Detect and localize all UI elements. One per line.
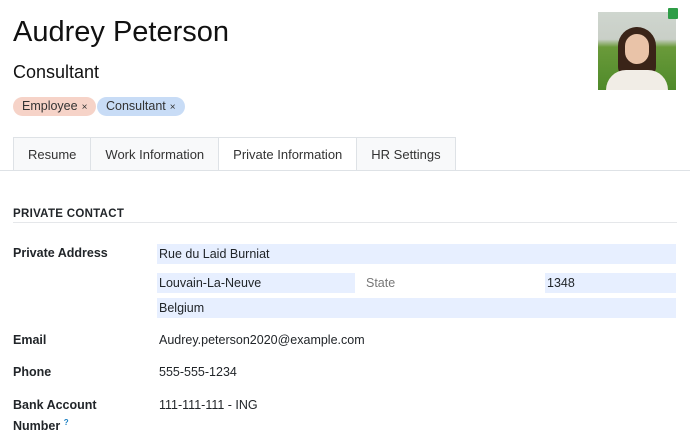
tab-work-information[interactable]: Work Information — [90, 137, 219, 170]
remove-tag-icon[interactable]: × — [82, 102, 88, 113]
phone-field[interactable]: 555-555-1234 — [157, 362, 237, 382]
bank-account-label: Bank Account Number ? — [13, 397, 97, 435]
employee-name[interactable]: Audrey Peterson — [13, 16, 229, 49]
tab-bar: Resume Work Information Private Informat… — [13, 137, 455, 170]
tag-label: Consultant — [106, 99, 166, 113]
job-title[interactable]: Consultant — [13, 62, 99, 83]
help-icon[interactable]: ? — [64, 418, 69, 427]
label-line: Bank Account — [13, 398, 97, 412]
tag-consultant: Consultant × — [97, 97, 185, 116]
employee-avatar[interactable] — [598, 12, 676, 90]
tab-resume[interactable]: Resume — [13, 137, 91, 170]
remove-tag-icon[interactable]: × — [170, 102, 176, 113]
bank-account-field[interactable]: 111-111-111 - ING — [157, 395, 258, 415]
email-label: Email — [13, 333, 46, 347]
divider — [0, 170, 690, 171]
section-title: PRIVATE CONTACT — [13, 208, 124, 220]
state-input[interactable]: State — [364, 273, 534, 293]
country-input[interactable]: Belgium — [157, 298, 676, 318]
tab-hr-settings[interactable]: HR Settings — [356, 137, 455, 170]
tag-label: Employee — [22, 99, 78, 113]
status-icon — [668, 8, 678, 19]
tab-private-information[interactable]: Private Information — [218, 137, 357, 170]
street-input[interactable]: Rue du Laid Burniat — [157, 244, 676, 264]
email-field[interactable]: Audrey.peterson2020@example.com — [157, 330, 365, 350]
phone-label: Phone — [13, 365, 51, 379]
city-input[interactable]: Louvain-La-Neuve — [157, 273, 355, 293]
tag-employee: Employee × — [13, 97, 96, 116]
label-line: Number — [13, 419, 60, 433]
private-address-label: Private Address — [13, 246, 108, 260]
zip-input[interactable]: 1348 — [545, 273, 676, 293]
divider — [13, 222, 677, 223]
